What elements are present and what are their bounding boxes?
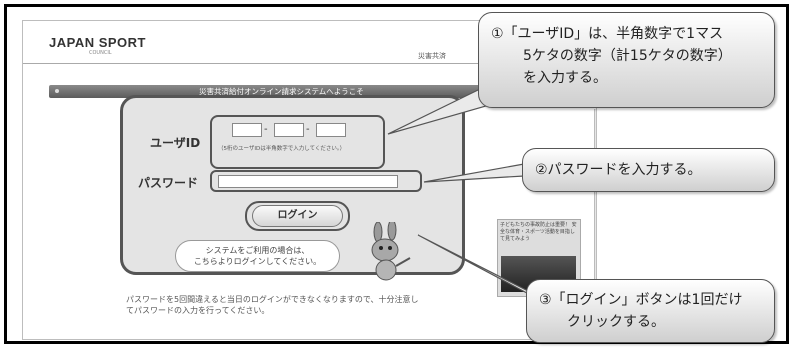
user-id-input-2[interactable]: [274, 123, 304, 137]
password-label: パスワード: [138, 176, 199, 190]
callout-login-line-1: ③「ログイン」ボタンは1回だけ: [539, 292, 743, 308]
callout-password: ②パスワードを入力する。: [522, 148, 775, 192]
user-id-label: ユーザID: [150, 136, 201, 150]
header-right-text: 災害共済: [418, 52, 446, 60]
login-note-line-2: こちらよりログインしてください。: [193, 257, 322, 266]
user-id-input-3[interactable]: [316, 123, 346, 137]
callout-user-id-line-3: を入力する。: [523, 70, 607, 86]
callout-login-button: ③「ログイン」ボタンは1回だけ クリックする。: [526, 279, 775, 343]
password-input[interactable]: [218, 175, 398, 188]
password-warning-line-2: てパスワードの入力を行ってください。: [126, 306, 270, 315]
callout-password-text: ②パスワードを入力する。: [535, 162, 702, 178]
site-logo[interactable]: JAPAN SPORT: [49, 35, 146, 50]
login-note-line-1: システムをご利用の場合は、: [205, 246, 310, 255]
login-button[interactable]: ログイン: [252, 205, 343, 227]
site-logo-sub: COUNCIL: [89, 50, 112, 56]
password-warning: パスワードを5回間違えると当日のログインができなくなりますので、十分注意し てパ…: [126, 294, 419, 316]
mascot-icon: [371, 222, 411, 281]
user-id-dash-1: -: [264, 124, 268, 135]
user-id-dash-2: -: [306, 124, 310, 135]
password-warning-line-1: パスワードを5回間違えると当日のログインができなくなりますので、十分注意し: [126, 295, 419, 304]
bullet-icon: [55, 89, 59, 93]
callout-login-line-2: クリックする。: [567, 314, 665, 330]
side-banner-text: 子どもたちの事故防止は重要！ 安全な体育・スポーツ活動を目指して見てみよう: [500, 222, 577, 242]
login-speech-bubble: システムをご利用の場合は、 こちらよりログインしてください。: [175, 240, 340, 272]
callout-user-id: ①「ユーザID」は、半角数字で1マス 5ケタの数字（計15ケタの数字） を入力す…: [478, 12, 775, 108]
user-id-input-1[interactable]: [232, 123, 262, 137]
user-id-hint: （5桁のユーザIDは半角数字で入力してください。）: [218, 146, 346, 152]
callout-user-id-line-1: ①「ユーザID」は、半角数字で1マス: [491, 26, 724, 42]
callout-user-id-line-2: 5ケタの数字（計15ケタの数字）: [523, 48, 732, 64]
